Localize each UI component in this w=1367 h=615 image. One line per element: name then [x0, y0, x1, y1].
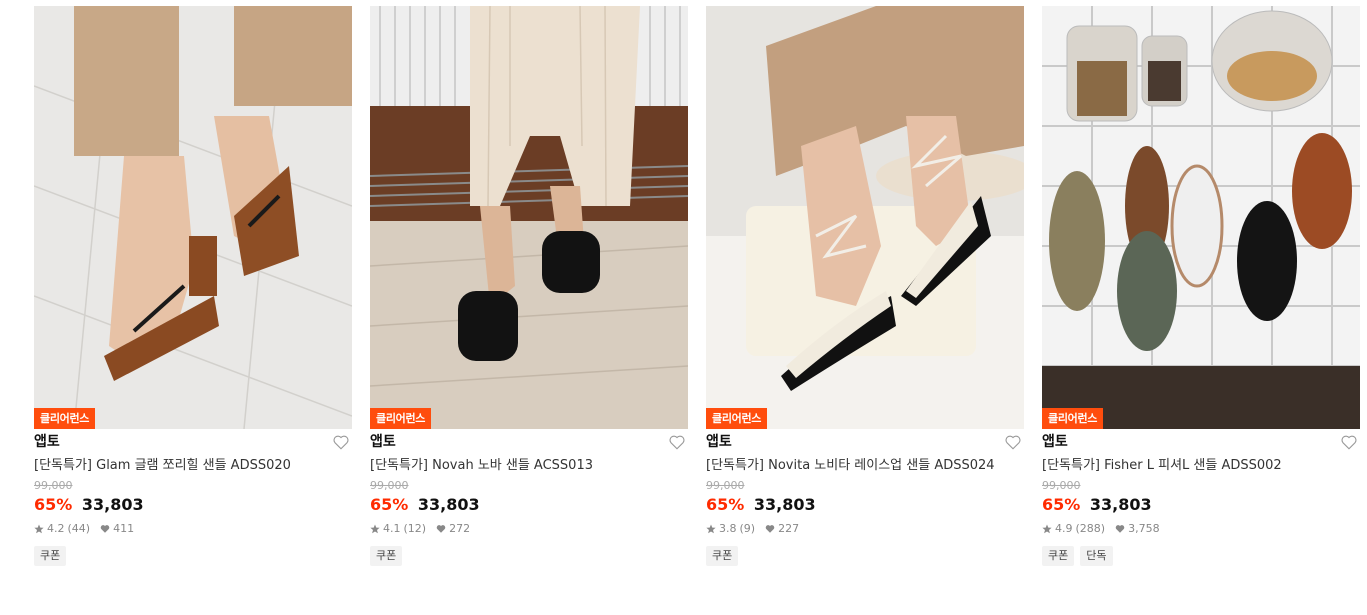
coupon-tag: 쿠폰 — [706, 546, 739, 566]
heart-icon[interactable] — [1004, 433, 1022, 451]
product-name[interactable]: [단독특가] Fisher L 피셔L 샌들 ADSS002 — [1042, 456, 1360, 476]
sale-price: 33,803 — [1089, 495, 1152, 514]
coupon-tag: 쿠폰 — [1042, 546, 1075, 566]
sandal-photo-icon — [34, 6, 352, 429]
rating-value: 3.8 — [719, 522, 737, 535]
product-card[interactable]: 클리어런스 앱토 [단독특가] Novita 노비타 레이스업 샌들 ADSS0… — [706, 6, 1024, 566]
star-icon — [706, 524, 716, 534]
brand-name[interactable]: 앱토 — [370, 431, 688, 453]
sandal-photo-icon — [706, 6, 1024, 429]
clearance-badge: 클리어런스 — [34, 408, 96, 429]
like-count: 227 — [778, 522, 800, 535]
sale-price: 33,803 — [81, 495, 144, 514]
product-name[interactable]: [단독특가] Novita 노비타 레이스업 샌들 ADSS024 — [706, 456, 1024, 476]
rating-value: 4.9 — [1055, 522, 1073, 535]
heart-icon[interactable] — [1340, 433, 1358, 451]
rating-value: 4.2 — [47, 522, 65, 535]
like-count: 3,758 — [1128, 522, 1160, 535]
review-count: (9) — [739, 522, 756, 535]
sandal-photo-icon — [370, 6, 688, 429]
sandal-photo-icon — [1042, 6, 1360, 429]
like-heart-icon — [436, 525, 446, 533]
like-count: 411 — [113, 522, 135, 535]
clearance-badge: 클리어런스 — [370, 408, 432, 429]
original-price: 99,000 — [706, 479, 745, 492]
original-price: 99,000 — [1042, 479, 1081, 492]
clearance-badge: 클리어런스 — [1042, 408, 1104, 429]
like-heart-icon — [765, 525, 775, 533]
product-grid: 클리어런스 앱토 [단독특가] Glam 글램 쪼리힐 샌들 ADSS020 9… — [0, 0, 1367, 615]
product-image[interactable]: 클리어런스 — [370, 6, 688, 429]
review-count: (12) — [403, 522, 427, 535]
rating-value: 4.1 — [383, 522, 401, 535]
product-name[interactable]: [단독특가] Glam 글램 쪼리힐 샌들 ADSS020 — [34, 456, 352, 476]
heart-icon[interactable] — [668, 433, 686, 451]
product-name[interactable]: [단독특가] Novah 노바 샌들 ACSS013 — [370, 456, 688, 476]
product-card[interactable]: 클리어런스 앱토 [단독특가] Fisher L 피셔L 샌들 ADSS002 … — [1042, 6, 1360, 566]
star-icon — [370, 524, 380, 534]
like-count: 272 — [449, 522, 471, 535]
product-image[interactable]: 클리어런스 — [706, 6, 1024, 429]
star-icon — [34, 524, 44, 534]
original-price: 99,000 — [34, 479, 73, 492]
like-heart-icon — [1115, 525, 1125, 533]
discount-rate: 65% — [1042, 495, 1081, 514]
discount-rate: 65% — [706, 495, 745, 514]
sale-price: 33,803 — [753, 495, 816, 514]
exclusive-tag: 단독 — [1080, 546, 1113, 566]
product-card[interactable]: 클리어런스 앱토 [단독특가] Glam 글램 쪼리힐 샌들 ADSS020 9… — [34, 6, 352, 566]
brand-name[interactable]: 앱토 — [34, 431, 352, 453]
heart-icon[interactable] — [332, 433, 350, 451]
review-count: (44) — [67, 522, 91, 535]
product-image[interactable]: 클리어런스 — [1042, 6, 1360, 429]
clearance-badge: 클리어런스 — [706, 408, 768, 429]
review-count: (288) — [1075, 522, 1106, 535]
brand-name[interactable]: 앱토 — [706, 431, 1024, 453]
original-price: 99,000 — [370, 479, 409, 492]
star-icon — [1042, 524, 1052, 534]
product-image[interactable]: 클리어런스 — [34, 6, 352, 429]
coupon-tag: 쿠폰 — [34, 546, 67, 566]
discount-rate: 65% — [34, 495, 73, 514]
like-heart-icon — [100, 525, 110, 533]
sale-price: 33,803 — [417, 495, 480, 514]
product-card[interactable]: 클리어런스 앱토 [단독특가] Novah 노바 샌들 ACSS013 99,0… — [370, 6, 688, 566]
discount-rate: 65% — [370, 495, 409, 514]
brand-name[interactable]: 앱토 — [1042, 431, 1360, 453]
coupon-tag: 쿠폰 — [370, 546, 403, 566]
